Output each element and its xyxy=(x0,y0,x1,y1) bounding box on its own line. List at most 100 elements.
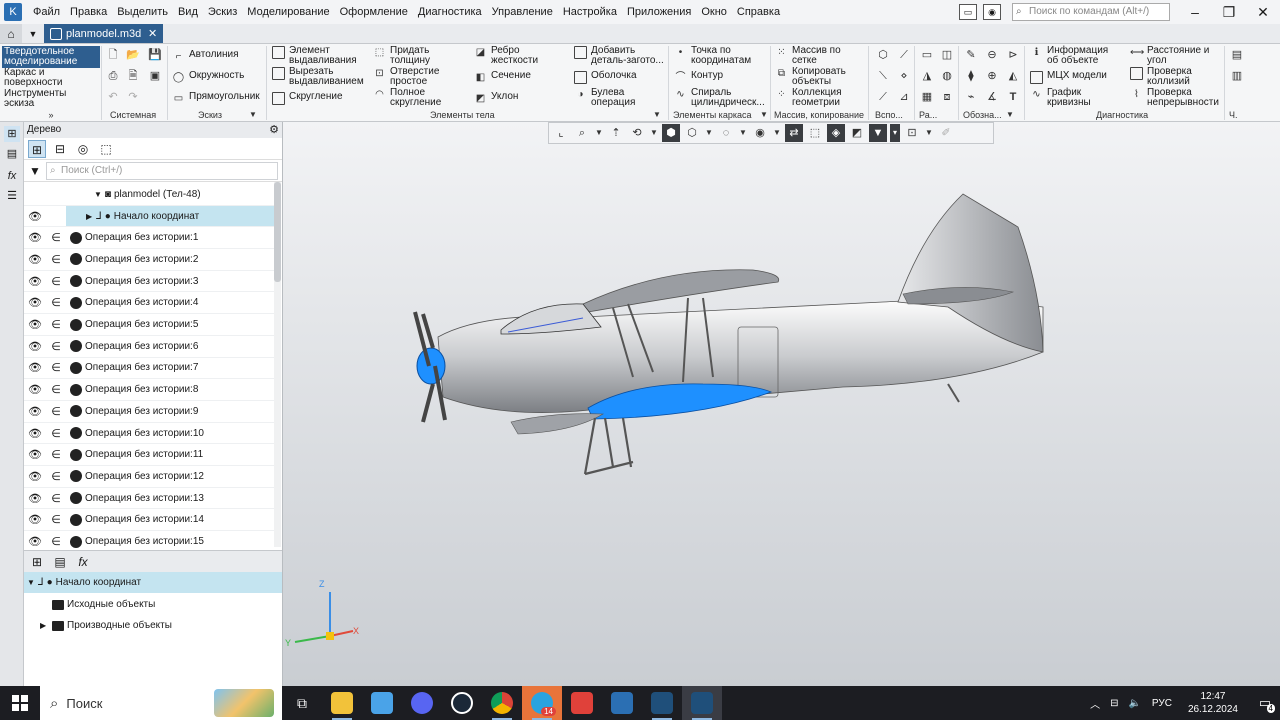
menu-file[interactable]: Файл xyxy=(28,0,65,24)
network-app-icon[interactable] xyxy=(602,686,642,720)
tool-copy-objects[interactable]: ⧉ Копировать объекты xyxy=(775,67,846,87)
menu-edit[interactable]: Правка xyxy=(65,0,112,24)
panel-list-icon[interactable]: ▥ xyxy=(1230,69,1244,83)
steam-icon[interactable] xyxy=(442,686,482,720)
windows-start-icon[interactable] xyxy=(0,686,40,720)
menu-view[interactable]: Вид xyxy=(173,0,203,24)
menu-apps[interactable]: Приложения xyxy=(622,0,696,24)
print-icon[interactable]: ⎙ xyxy=(106,69,120,83)
eye-icon[interactable]: 👁 xyxy=(24,383,46,396)
tool-point-coords[interactable]: • Точка по координатам xyxy=(674,46,751,66)
tool-full-fillet[interactable]: ◠ Полное скругление xyxy=(373,88,441,108)
aux-line-icon[interactable]: ⟍ xyxy=(876,69,890,83)
tree-operation-row[interactable]: 👁 ∈ Операция без истории:6 xyxy=(24,336,274,358)
tool-rectangle[interactable]: ▭ Прямоугольник xyxy=(172,92,260,105)
include-icon[interactable]: ∈ xyxy=(46,492,66,505)
airplane-model[interactable]: Z X Y xyxy=(283,122,1280,686)
eye-icon[interactable]: 👁 xyxy=(24,340,46,353)
expand-arrow-icon[interactable]: ▼ xyxy=(24,578,38,587)
thread-icon[interactable]: ⊖ xyxy=(985,48,999,62)
lower-props-icon[interactable]: ▤ xyxy=(51,553,69,571)
lower-variables-icon[interactable]: fx xyxy=(74,553,92,571)
eye-icon[interactable]: 👁 xyxy=(24,275,46,288)
tool-mass-props[interactable]: МЦХ модели xyxy=(1030,71,1107,84)
tool-rib[interactable]: ◪ Ребро жесткости xyxy=(474,46,538,66)
include-icon[interactable]: ∈ xyxy=(46,340,66,353)
grid-icon[interactable]: ▦ xyxy=(920,90,934,104)
menu-sketch[interactable]: Эскиз xyxy=(203,0,242,24)
offset-icon[interactable]: ⟋ xyxy=(876,90,890,104)
tool-shell[interactable]: Оболочка xyxy=(574,71,637,84)
surface-icon[interactable]: ◮ xyxy=(920,69,934,83)
menu-diagnostics[interactable]: Диагностика xyxy=(413,0,487,24)
discord-icon[interactable] xyxy=(402,686,442,720)
tab-menu-arrow-icon[interactable]: ▼ xyxy=(22,24,44,43)
home-icon[interactable]: ⌂ xyxy=(0,24,22,43)
eye-icon[interactable]: 👁 xyxy=(24,427,46,440)
group-dropdown-icon[interactable]: ▼ xyxy=(246,108,260,122)
tool-grid-array[interactable]: ⁙ Массив по сетке xyxy=(775,46,840,66)
group-dropdown-icon[interactable]: ▼ xyxy=(757,108,771,122)
marker-icon[interactable]: ⊕ xyxy=(985,69,999,83)
eye-icon[interactable]: 👁 xyxy=(24,231,46,244)
tool-contour[interactable]: ⌒ Контур xyxy=(674,71,724,84)
clock[interactable]: 12:47 26.12.2024 xyxy=(1188,690,1238,716)
kompas-icon[interactable] xyxy=(642,686,682,720)
include-icon[interactable]: ∈ xyxy=(46,231,66,244)
tree-operation-row[interactable]: 👁 ∈ Операция без истории:14 xyxy=(24,510,274,532)
tree-operation-row[interactable]: 👁 ∈ Операция без истории:11 xyxy=(24,444,274,467)
tool-circle[interactable]: ◯ Окружность xyxy=(172,71,244,84)
menu-select[interactable]: Выделить xyxy=(112,0,173,24)
tool-boolean[interactable]: ◑ Булева операция xyxy=(574,88,635,108)
roughness-icon[interactable]: ⧫ xyxy=(964,69,978,83)
include-icon[interactable]: ∈ xyxy=(46,448,66,461)
tree-scrollbar[interactable] xyxy=(274,182,281,282)
angle-icon[interactable]: ∡ xyxy=(985,90,999,104)
eye-icon[interactable]: 👁 xyxy=(24,361,46,374)
tree-icon[interactable]: ⊞ xyxy=(4,126,20,142)
close-button[interactable]: ✕ xyxy=(1246,0,1280,24)
tree-operation-row[interactable]: 👁 ∈ Операция без истории:4 xyxy=(24,293,274,315)
tool-geometry-collection[interactable]: ⁘ Коллекция геометрии xyxy=(775,88,841,108)
leader-icon[interactable]: ⌁ xyxy=(964,90,978,104)
eye-icon[interactable]: 👁 xyxy=(24,318,46,331)
app-blue-icon[interactable] xyxy=(362,686,402,720)
include-icon[interactable]: ∈ xyxy=(46,513,66,526)
eye-icon[interactable]: 👁 xyxy=(24,296,46,309)
expand-arrow-icon[interactable]: ▶ xyxy=(86,212,92,221)
eye-icon[interactable]: 👁 xyxy=(24,513,46,526)
include-icon[interactable]: ∈ xyxy=(46,405,66,418)
tree-operation-row[interactable]: 👁 ∈ Операция без истории:15 xyxy=(24,531,274,548)
tool-draft[interactable]: ◩ Уклон xyxy=(474,92,519,105)
include-icon[interactable]: ∈ xyxy=(46,253,66,266)
tree-operation-row[interactable]: 👁 ∈ Операция без истории:8 xyxy=(24,379,274,401)
eye-icon[interactable]: 👁 xyxy=(24,253,46,266)
include-icon[interactable]: ∈ xyxy=(46,318,66,331)
maximize-button[interactable]: ❐ xyxy=(1212,0,1246,24)
include-icon[interactable]: ∈ xyxy=(46,535,66,548)
group-dropdown-icon[interactable]: ▼ xyxy=(1003,108,1017,122)
layout-table-icon[interactable]: ▭ xyxy=(920,48,934,62)
expand-modes-icon[interactable]: » xyxy=(44,108,58,122)
plane-icon[interactable]: ⬡ xyxy=(876,48,890,62)
telegram-icon[interactable]: 14 xyxy=(522,686,562,720)
aux-point-icon[interactable]: ⋄ xyxy=(897,69,911,83)
mode-solid-modeling[interactable]: Твердотельное моделирование xyxy=(2,46,100,68)
tree-operation-row[interactable]: 👁 ∈ Операция без истории:13 xyxy=(24,488,274,510)
app-logo-icon[interactable]: K xyxy=(4,3,22,21)
undo-icon[interactable]: ↶ xyxy=(106,90,120,104)
eye-icon[interactable]: 👁 xyxy=(24,535,46,548)
variables-icon[interactable]: fx xyxy=(4,168,20,184)
3d-viewport[interactable]: ⌞ ⌕ ▼ ⇡ ⟲ ▼ ⬢ ⬡ ▼ ◌ ▼ ◉ ▼ ⇄ ⬚ ◈ ◩ ▼ ▾ ⊡ … xyxy=(283,122,1280,686)
camera-icon[interactable]: ◉ xyxy=(983,4,1001,20)
taskbar-search[interactable]: ⌕ Поиск xyxy=(40,686,282,720)
tree-operation-row[interactable]: 👁 ∈ Операция без истории:7 xyxy=(24,358,274,380)
task-view-icon[interactable]: ⧉ xyxy=(282,686,322,720)
properties-icon[interactable]: ▤ xyxy=(4,146,20,162)
tool-object-info[interactable]: ℹ Информация об объекте xyxy=(1030,46,1109,66)
tree-operation-row[interactable]: 👁 ∈ Операция без истории:12 xyxy=(24,466,274,488)
tree-operation-row[interactable]: 👁 ∈ Операция без истории:5 xyxy=(24,314,274,336)
tree-operation-row[interactable]: 👁 ∈ Операция без истории:9 xyxy=(24,401,274,423)
tree-operation-row[interactable]: 👁 ∈ Операция без истории:1 xyxy=(24,227,274,250)
chrome-icon[interactable] xyxy=(482,686,522,720)
